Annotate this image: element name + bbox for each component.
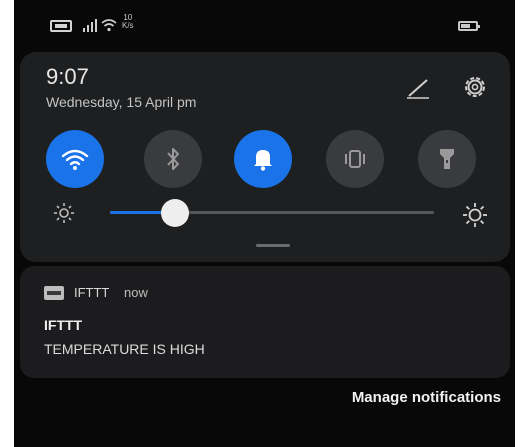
quick-settings-panel: 9:07 Wednesday, 15 April pm — [20, 52, 510, 262]
notification-card[interactable]: IFTTT now IFTTT TEMPERATURE IS HIGH — [20, 266, 510, 378]
wifi-icon — [61, 149, 89, 170]
vibrate-icon — [345, 150, 365, 168]
network-speed-unit: K/s — [122, 21, 134, 30]
flashlight-icon — [440, 149, 454, 169]
brightness-slider[interactable] — [110, 199, 434, 227]
wifi-toggle[interactable] — [46, 130, 104, 188]
notification-shade: 10 K/s 9:07 Wednesday, 15 April pm IFTTT… — [14, 0, 515, 447]
flashlight-toggle[interactable] — [418, 130, 476, 188]
clock: 9:07 — [46, 64, 89, 89]
panel-drag-handle[interactable] — [256, 244, 290, 247]
brightness-high-icon — [463, 203, 487, 227]
bluetooth-toggle[interactable] — [144, 130, 202, 188]
notification-app-name: IFTTT — [74, 285, 110, 300]
brightness-thumb[interactable] — [160, 199, 189, 227]
bell-icon — [254, 150, 272, 171]
notification-time: now — [124, 285, 148, 300]
notification-body: TEMPERATURE IS HIGH — [44, 341, 205, 357]
signal-icon — [83, 19, 97, 32]
wifi-status-icon — [101, 19, 117, 32]
notification-title: IFTTT — [44, 317, 83, 333]
sim-card-icon — [50, 20, 72, 32]
vibrate-toggle[interactable] — [326, 130, 384, 188]
network-speed: 10 K/s — [122, 14, 134, 30]
sound-toggle[interactable] — [234, 130, 292, 188]
edit-icon[interactable] — [405, 74, 431, 100]
settings-gear-icon[interactable] — [460, 72, 490, 102]
date: Wednesday, 15 April pm — [46, 94, 197, 110]
ifttt-app-icon — [44, 286, 64, 300]
status-bar: 10 K/s — [14, 0, 515, 50]
battery-icon — [458, 21, 480, 31]
bluetooth-icon — [167, 148, 179, 170]
manage-notifications-button[interactable]: Manage notifications — [352, 389, 501, 406]
brightness-low-icon — [54, 203, 74, 223]
